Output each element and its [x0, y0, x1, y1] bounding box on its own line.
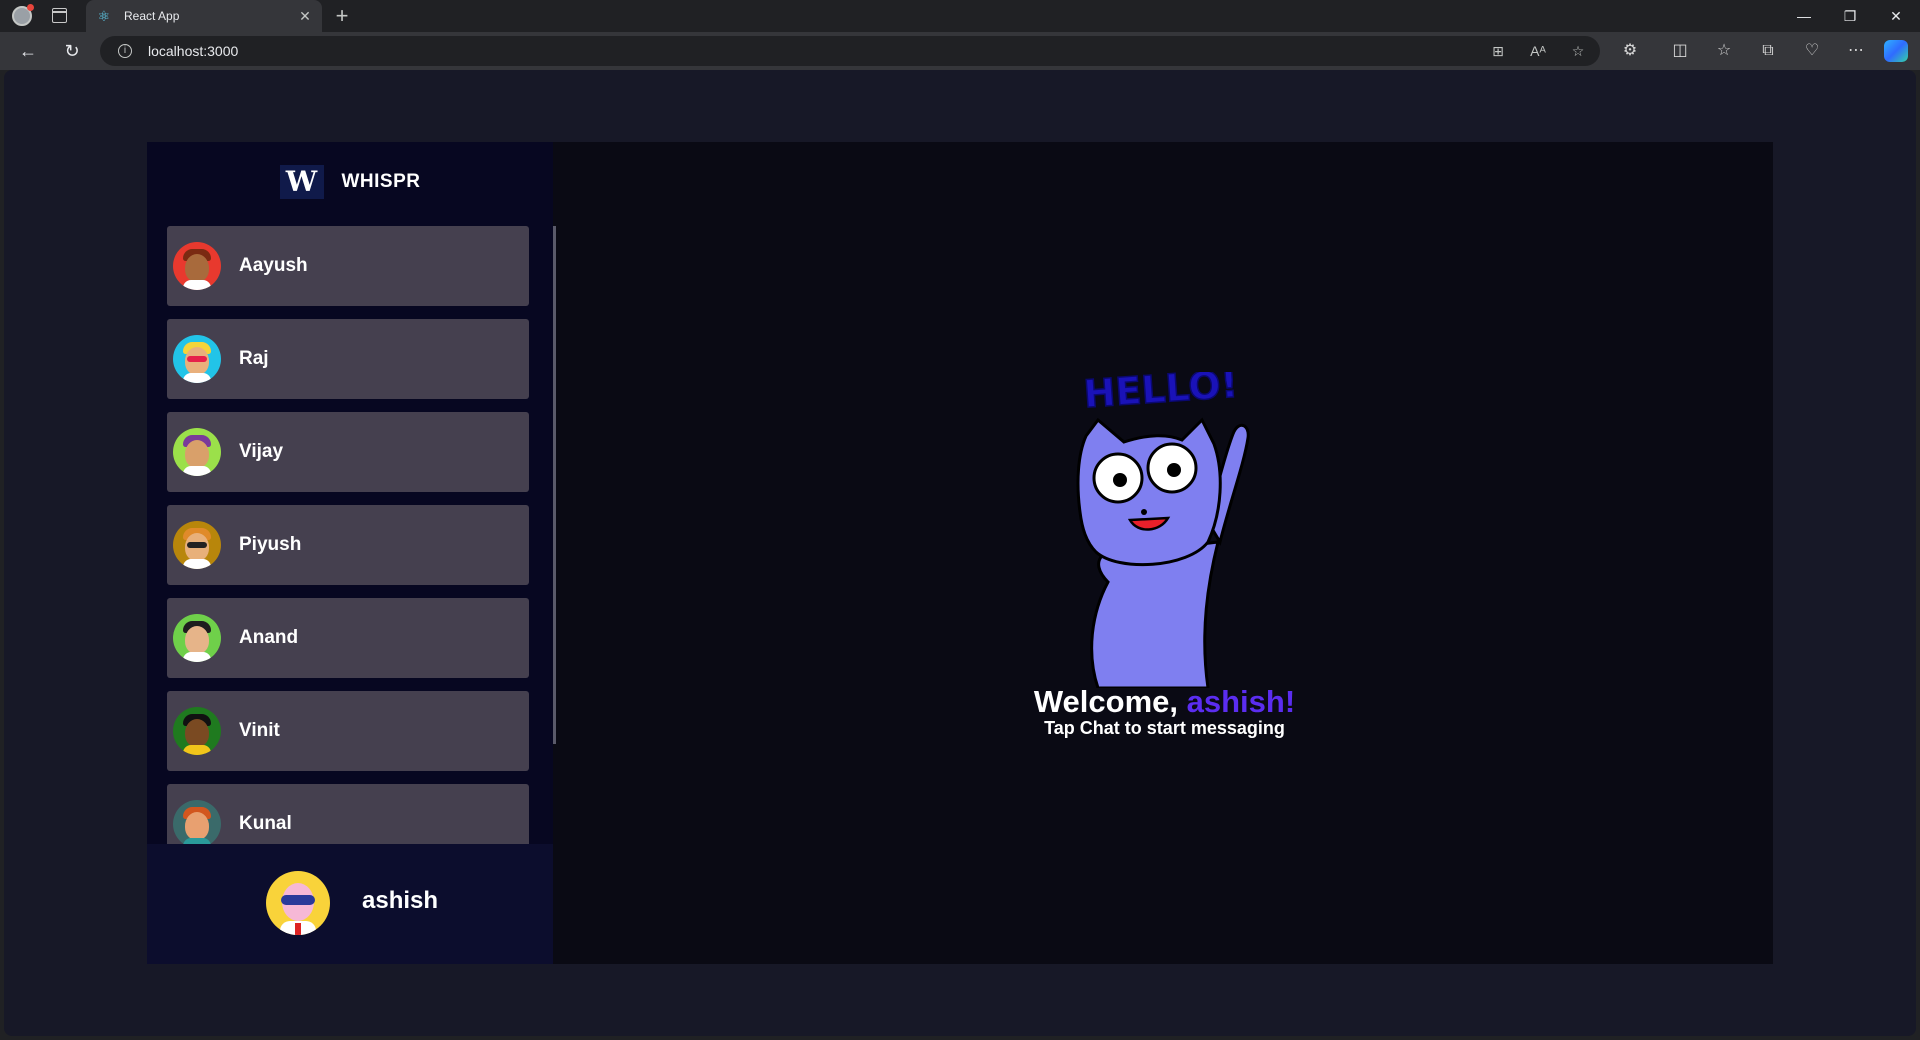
- browser-toolbar: ← ↻ i localhost:3000 ⊞ Aᴬ ☆ ⚙ ◫ ☆ ⧉ ♡ ⋯: [0, 32, 1920, 70]
- contact-name: Aayush: [239, 255, 308, 276]
- url-text[interactable]: localhost:3000: [148, 43, 238, 59]
- whispr-logo: W: [279, 165, 324, 199]
- address-bar[interactable]: i localhost:3000 ⊞ Aᴬ ☆: [100, 36, 1600, 66]
- welcome-subtitle: Tap Chat to start messaging: [1044, 718, 1285, 738]
- page-viewport: W WHISPR Aayush Raj Vijay Piyush Anand V…: [4, 70, 1916, 1036]
- favorite-star-icon[interactable]: ☆: [1566, 41, 1590, 61]
- chat-app: W WHISPR Aayush Raj Vijay Piyush Anand V…: [147, 142, 1773, 964]
- favorites-icon[interactable]: ☆: [1710, 38, 1738, 64]
- app-available-icon[interactable]: ⊞: [1486, 41, 1510, 61]
- profile-icon[interactable]: [12, 4, 34, 26]
- back-button[interactable]: ←: [14, 38, 42, 64]
- tab-actions-icon[interactable]: [52, 8, 67, 23]
- avatar: [173, 335, 221, 383]
- contact-name: Anand: [239, 627, 299, 648]
- contact-item-vinit[interactable]: Vinit: [167, 691, 529, 771]
- read-aloud-icon[interactable]: Aᴬ: [1526, 41, 1550, 61]
- welcome-greeting: Welcome,: [1033, 684, 1187, 719]
- contact-list[interactable]: Aayush Raj Vijay Piyush Anand Vinit Kuna…: [147, 224, 553, 844]
- welcome-username: ashish!: [1186, 684, 1296, 719]
- react-favicon-icon: ⚛: [97, 8, 111, 24]
- browser-titlebar: ⚛ React App ✕ + — ❐ ✕: [0, 0, 1920, 32]
- restore-button[interactable]: ❐: [1830, 4, 1870, 28]
- minimize-button[interactable]: —: [1784, 4, 1824, 28]
- new-tab-button[interactable]: +: [330, 3, 354, 29]
- copilot-icon[interactable]: [1884, 40, 1908, 62]
- browser-essentials-icon[interactable]: ♡: [1798, 38, 1826, 64]
- avatar: [173, 242, 221, 290]
- avatar: [173, 521, 221, 569]
- contact-item-kunal[interactable]: Kunal: [167, 784, 529, 844]
- contact-item-vijay[interactable]: Vijay: [167, 412, 529, 492]
- current-user-panel: ashish: [147, 844, 553, 964]
- close-tab-icon[interactable]: ✕: [294, 8, 316, 25]
- avatar: [173, 800, 221, 844]
- hello-text: HELLO!: [1082, 372, 1239, 416]
- avatar: [173, 428, 221, 476]
- user-avatar: [266, 871, 330, 935]
- welcome-heading: Welcome, ashish!: [556, 684, 1773, 720]
- sidebar: W WHISPR Aayush Raj Vijay Piyush Anand V…: [147, 142, 556, 964]
- brand-header: W WHISPR: [147, 142, 553, 222]
- contact-name: Vinit: [239, 720, 280, 741]
- close-window-button[interactable]: ✕: [1876, 4, 1916, 28]
- contact-item-piyush[interactable]: Piyush: [167, 505, 529, 585]
- more-options-icon[interactable]: ⋯: [1842, 38, 1870, 64]
- site-info-icon[interactable]: i: [118, 44, 132, 58]
- tab-title: React App: [124, 9, 180, 23]
- contact-name: Kunal: [239, 813, 292, 834]
- contact-item-raj[interactable]: Raj: [167, 319, 529, 399]
- contact-name: Vijay: [239, 441, 284, 462]
- avatar: [173, 614, 221, 662]
- collections-icon[interactable]: ⧉: [1754, 38, 1782, 64]
- split-screen-icon[interactable]: ◫: [1666, 38, 1694, 64]
- hello-cat-illustration: HELLO!: [1076, 372, 1250, 688]
- extensions-icon[interactable]: ⚙: [1616, 38, 1644, 64]
- contact-name: Raj: [239, 348, 269, 369]
- contact-name: Piyush: [239, 534, 302, 555]
- chat-main-area: HELLO! Welcome, ashish! Tap Chat to star…: [556, 142, 1773, 964]
- current-username: ashish: [362, 887, 439, 914]
- refresh-button[interactable]: ↻: [58, 38, 86, 64]
- avatar: [173, 707, 221, 755]
- brand-name: WHISPR: [341, 171, 421, 192]
- contact-item-aayush[interactable]: Aayush: [167, 226, 529, 306]
- contact-item-anand[interactable]: Anand: [167, 598, 529, 678]
- browser-tab[interactable]: ⚛ React App ✕: [86, 0, 322, 32]
